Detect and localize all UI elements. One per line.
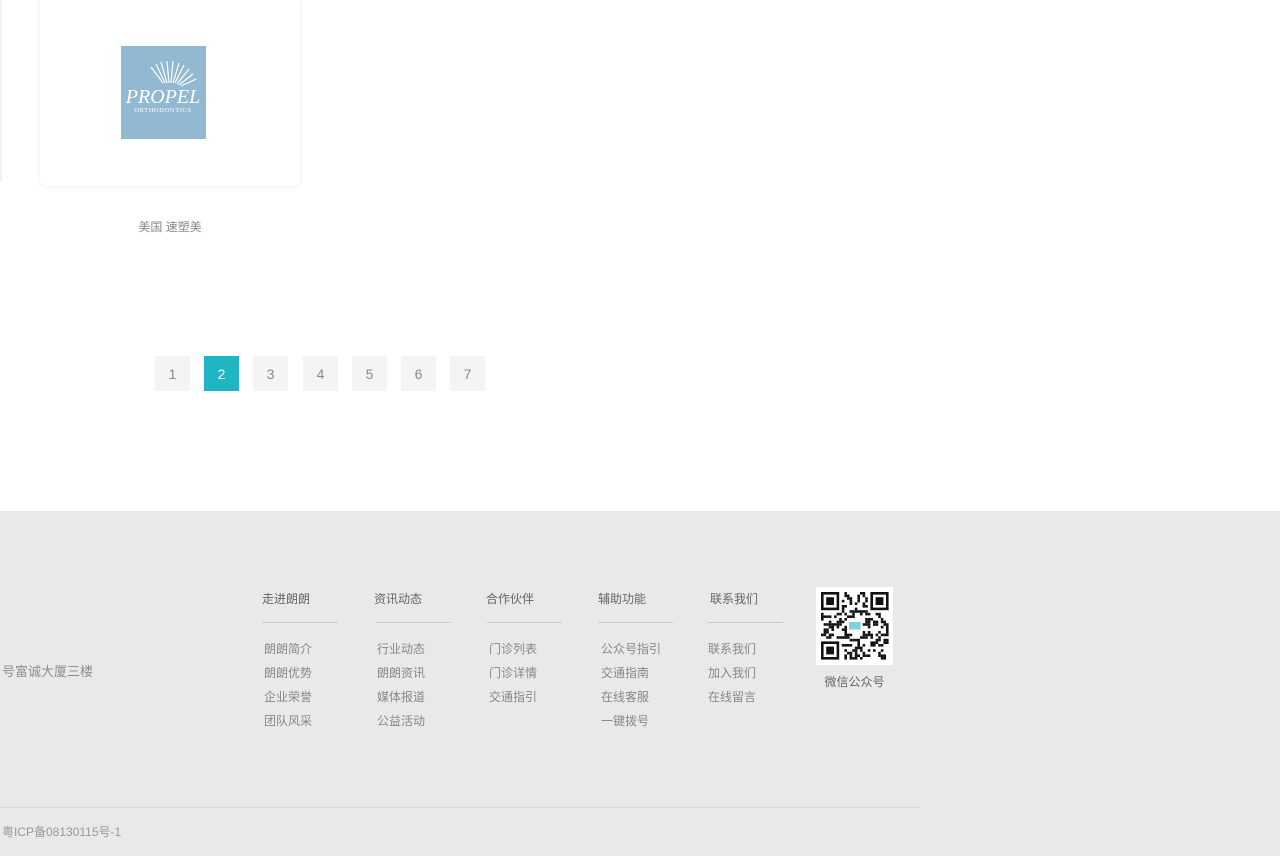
qr-caption: 微信公众号	[824, 675, 885, 689]
footer-col-news: 资讯动态 行业动态 朗朗资讯 媒体报道 公益活动	[374, 591, 451, 728]
footer-col-partners: 合作伙伴 门诊列表 门诊详情 交通指引	[486, 591, 562, 704]
wechat-qr-code	[816, 587, 893, 665]
footer-col-title[interactable]: 资讯动态	[374, 591, 422, 607]
partner-name[interactable]: 美国 速塑美	[40, 218, 300, 235]
footer-col-contact: 联系我们 联系我们 加入我们 在线留言	[708, 591, 783, 704]
footer-col-title[interactable]: 联系我们	[710, 591, 758, 607]
footer-col-divider	[376, 622, 451, 623]
page-button-5[interactable]: 5	[352, 356, 387, 391]
footer-link[interactable]: 交通指南	[601, 665, 661, 689]
footer-link[interactable]: 朗朗简介	[264, 641, 312, 665]
page-button-2[interactable]: 2	[204, 356, 239, 391]
footer-link[interactable]: 朗朗资讯	[377, 665, 425, 689]
footer-col-divider	[487, 622, 562, 623]
footer-link[interactable]: 在线客服	[601, 689, 661, 713]
logo-wordmark: PROPEL	[125, 86, 200, 108]
footer-link[interactable]: 联系我们	[708, 641, 756, 665]
footer-link[interactable]: 门诊详情	[489, 665, 537, 689]
footer: 号富诚大厦三楼 走进朗朗 朗朗简介 朗朗优势 企业荣誉 团队风采 资讯动态 行业…	[0, 511, 1280, 856]
footer-link[interactable]: 团队风采	[264, 713, 312, 737]
page-button-3[interactable]: 3	[253, 356, 288, 391]
footer-col-about: 走进朗朗 朗朗简介 朗朗优势 企业荣誉 团队风采	[262, 591, 338, 728]
footer-link[interactable]: 一键拨号	[601, 713, 661, 737]
footer-col-title[interactable]: 辅助功能	[598, 591, 646, 607]
page-button-4[interactable]: 4	[303, 356, 338, 391]
footer-address: 号富诚大厦三楼	[2, 664, 94, 679]
page-button-7[interactable]: 7	[450, 356, 485, 391]
footer-link[interactable]: 在线留言	[708, 689, 756, 713]
partner-logo: PROPEL ORTHODONTICS	[121, 46, 206, 139]
footer-col-divider	[598, 622, 673, 623]
footer-col-divider	[262, 622, 338, 623]
footer-link[interactable]: 朗朗优势	[264, 665, 312, 689]
logo-subtext: ORTHODONTICS	[134, 107, 191, 114]
footer-link[interactable]: 公益活动	[377, 713, 425, 737]
page-button-6[interactable]: 6	[401, 356, 436, 391]
page: PROPEL ORTHODONTICS 美国 速塑美 1234567 号富诚大厦…	[0, 0, 1280, 856]
footer-link[interactable]: 交通指引	[489, 689, 537, 713]
footer-link[interactable]: 企业荣誉	[264, 689, 312, 713]
footer-link[interactable]: 公众号指引	[601, 641, 661, 665]
footer-col-divider	[708, 622, 783, 623]
footer-divider	[0, 807, 920, 808]
adjacent-card-edge	[0, 0, 2, 182]
footer-col-title[interactable]: 合作伙伴	[486, 591, 534, 607]
partner-card[interactable]: PROPEL ORTHODONTICS	[40, 0, 300, 186]
icp-license[interactable]: 粤ICP备08130115号-1	[2, 823, 121, 840]
footer-col-tools: 辅助功能 公众号指引 交通指南 在线客服 一键拨号	[598, 591, 673, 728]
footer-link[interactable]: 行业动态	[377, 641, 425, 665]
footer-link[interactable]: 媒体报道	[377, 689, 425, 713]
footer-col-title[interactable]: 走进朗朗	[262, 591, 310, 607]
page-button-1[interactable]: 1	[155, 356, 190, 391]
footer-link[interactable]: 门诊列表	[489, 641, 537, 665]
footer-link[interactable]: 加入我们	[708, 665, 756, 689]
